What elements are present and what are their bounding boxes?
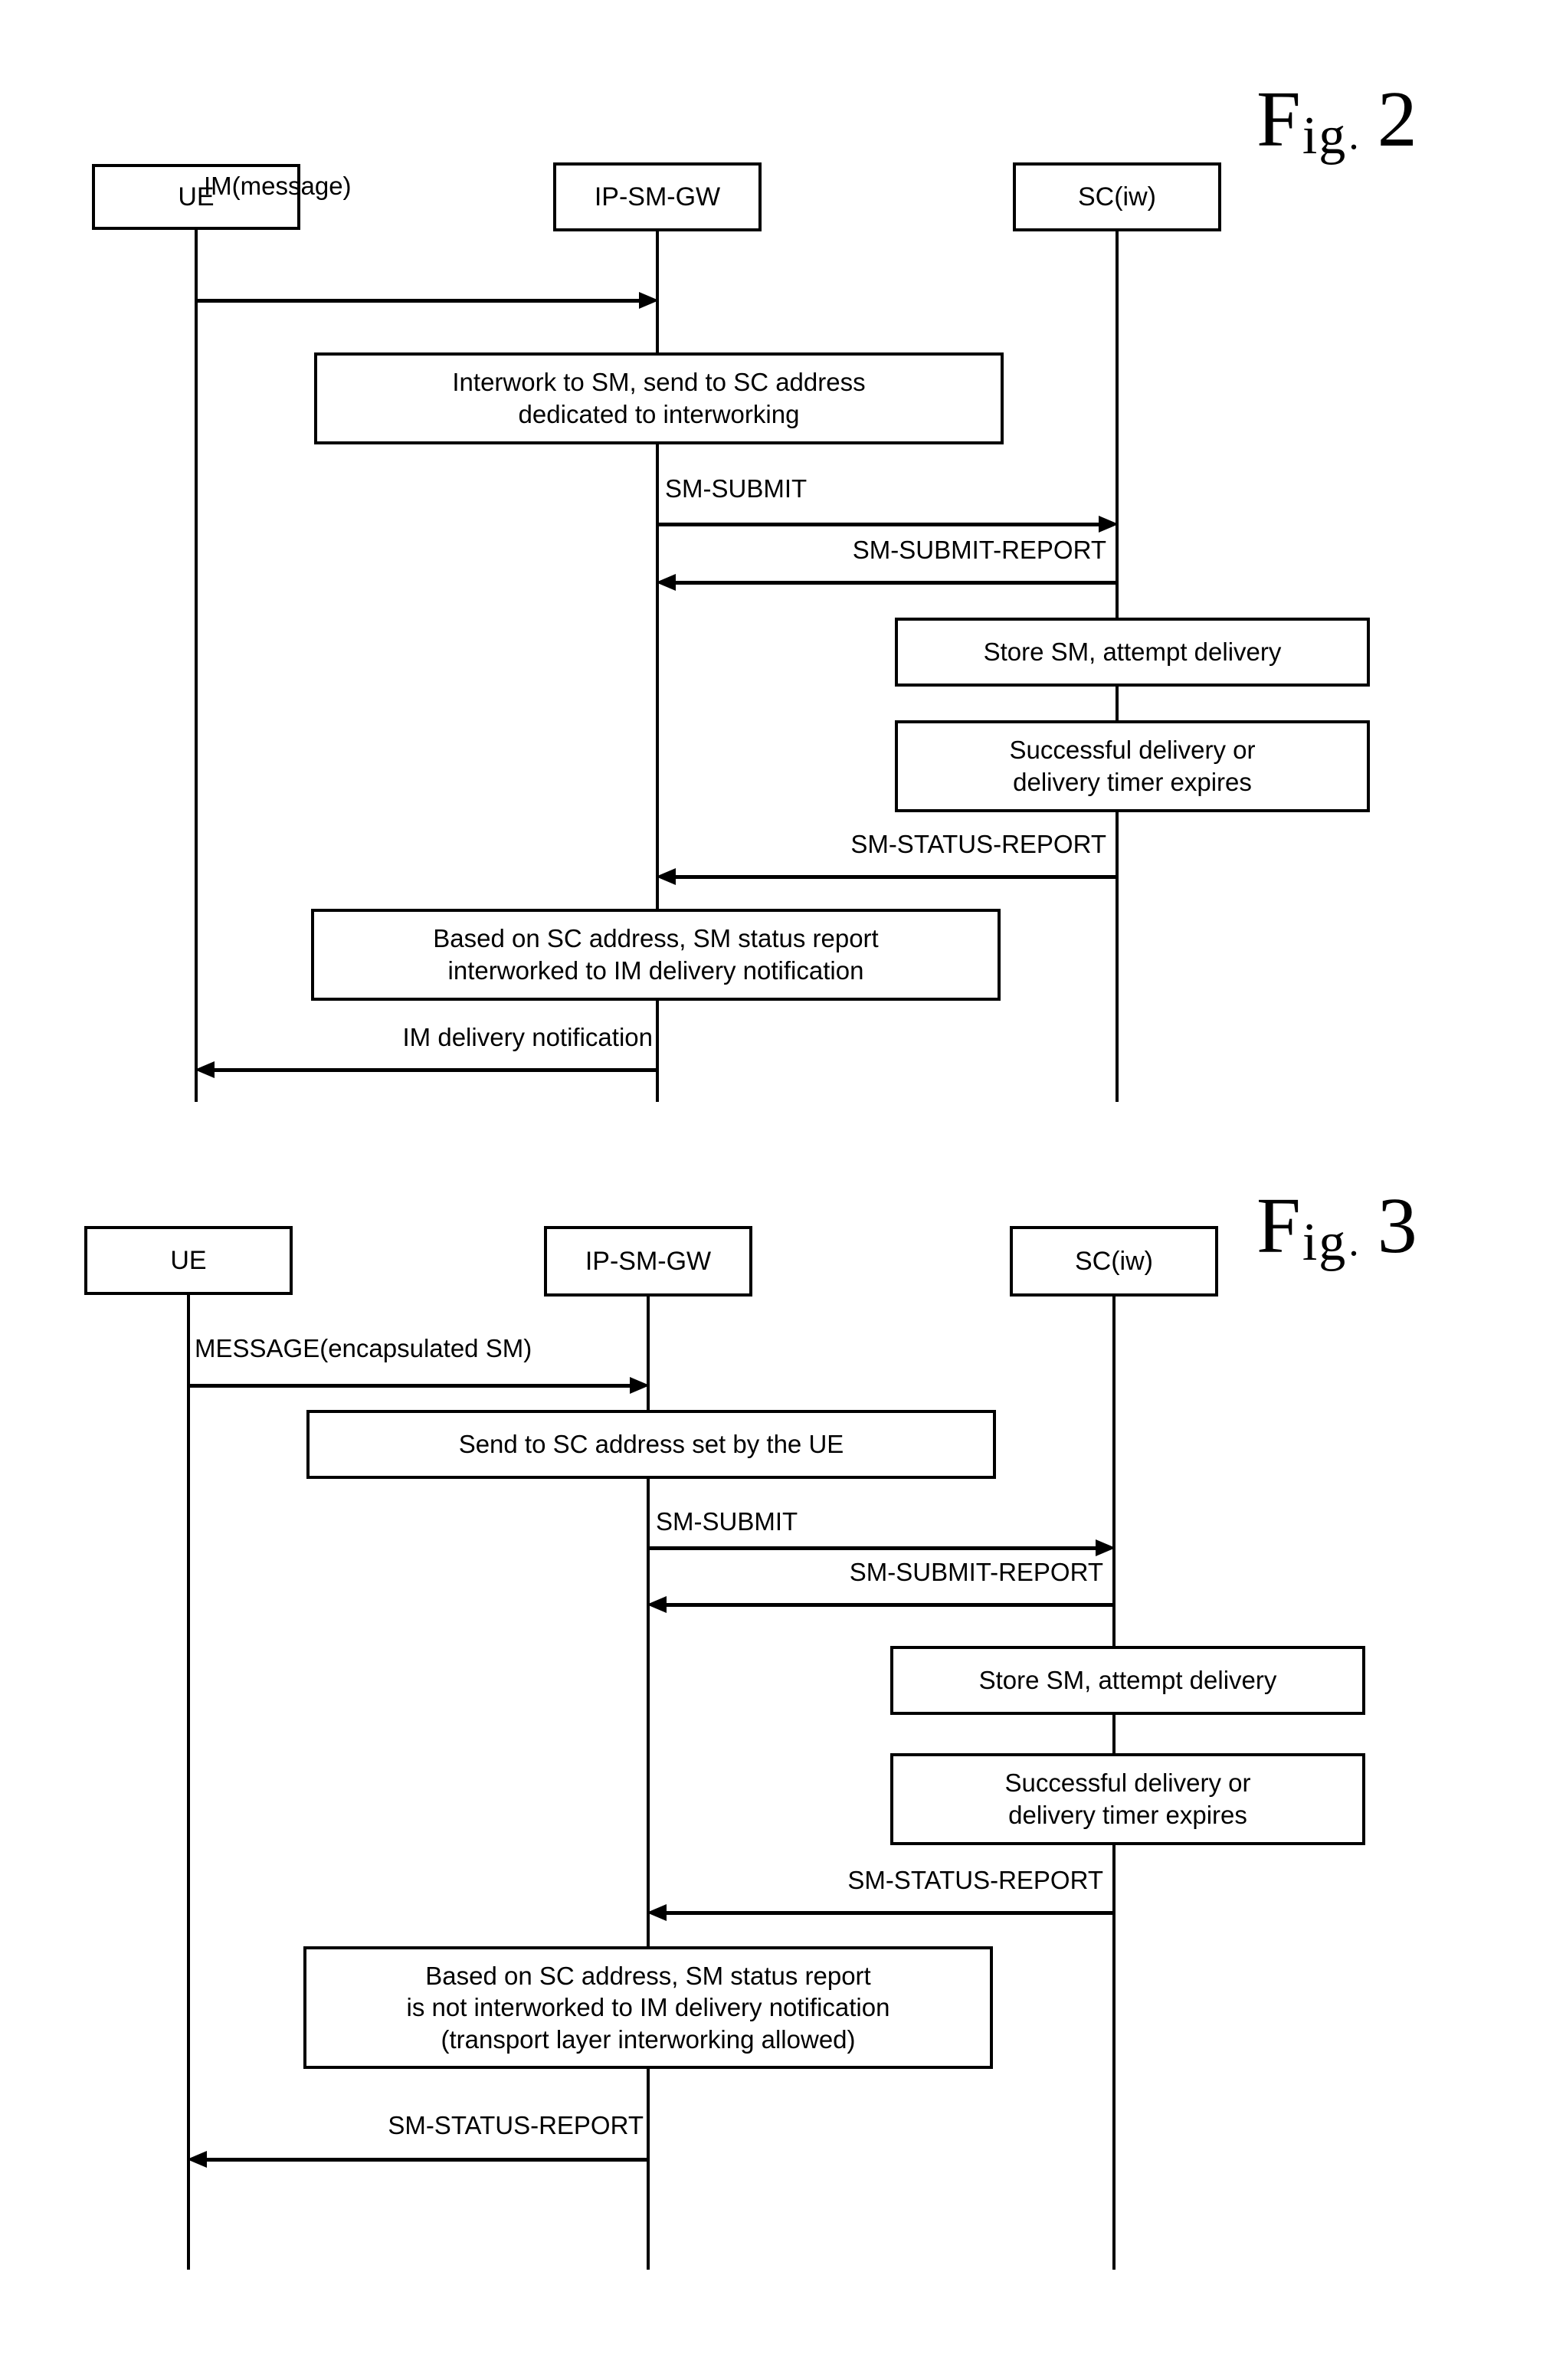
figure-2-label: Fig. 2 bbox=[1256, 80, 1419, 163]
note-line: Store SM, attempt delivery bbox=[983, 638, 1282, 667]
figure-3-label-number: 3 bbox=[1377, 1182, 1419, 1270]
note-line: dedicated to interworking bbox=[518, 400, 800, 428]
msg-label-im-message: IM(message) bbox=[204, 172, 352, 200]
msg-label-sm-submit-report: SM-SUBMIT-REPORT bbox=[852, 536, 1106, 564]
note-successful-delivery: Successful delivery or delivery timer ex… bbox=[890, 1753, 1365, 1845]
note-line: Successful delivery or bbox=[1009, 736, 1256, 765]
lifeline-ue bbox=[187, 1295, 190, 2270]
note-send-to-sc-address: Send to SC address set by the UE bbox=[306, 1410, 996, 1479]
note-store-sm: Store SM, attempt delivery bbox=[895, 618, 1370, 687]
figure-2-label-ig: ig bbox=[1302, 107, 1348, 166]
msg-label-sm-status-report-to-ue: SM-STATUS-REPORT bbox=[388, 2111, 644, 2139]
actor-label-ip-sm-gw: IP-SM-GW bbox=[594, 182, 721, 211]
actor-label-sc-iw: SC(iw) bbox=[1078, 182, 1156, 211]
note-line: Based on SC address, SM status report bbox=[433, 924, 879, 953]
msg-label-sm-status-report: SM-STATUS-REPORT bbox=[847, 1866, 1103, 1894]
note-line: Store SM, attempt delivery bbox=[978, 1666, 1277, 1695]
actor-label-sc-iw: SC(iw) bbox=[1075, 1246, 1153, 1276]
note-line: Successful delivery or bbox=[1004, 1769, 1251, 1798]
figure-3-label-dot: . bbox=[1348, 1218, 1361, 1264]
note-line: is not interworked to IM delivery notifi… bbox=[406, 1993, 890, 2022]
actor-label-ip-sm-gw: IP-SM-GW bbox=[585, 1246, 712, 1276]
msg-label-message-encapsulated-sm: MESSAGE(encapsulated SM) bbox=[195, 1334, 532, 1362]
note-line: interworked to IM delivery notification bbox=[447, 956, 864, 985]
figure-2-label-number: 2 bbox=[1377, 75, 1419, 163]
figure-2-label-f: F bbox=[1256, 75, 1302, 163]
actor-box-ip-sm-gw: IP-SM-GW bbox=[553, 162, 762, 231]
note-interwork-to-sm: Interwork to SM, send to SC address dedi… bbox=[314, 352, 1004, 444]
note-successful-delivery: Successful delivery or delivery timer ex… bbox=[895, 720, 1370, 812]
actor-box-sc-iw: SC(iw) bbox=[1013, 162, 1221, 231]
lifeline-ue bbox=[195, 230, 198, 1102]
note-based-on-sc-address: Based on SC address, SM status report in… bbox=[311, 909, 1001, 1001]
note-store-sm: Store SM, attempt delivery bbox=[890, 1646, 1365, 1715]
figure-3-label: Fig. 3 bbox=[1256, 1186, 1419, 1270]
figure-3-label-ig: ig bbox=[1302, 1213, 1348, 1272]
actor-box-ip-sm-gw: IP-SM-GW bbox=[544, 1226, 752, 1297]
msg-label-sm-submit-report: SM-SUBMIT-REPORT bbox=[849, 1558, 1103, 1586]
msg-label-sm-submit: SM-SUBMIT bbox=[665, 474, 808, 503]
note-line: (transport layer interworking allowed) bbox=[441, 2024, 856, 2054]
note-line: Interwork to SM, send to SC address bbox=[452, 368, 866, 397]
note-line: delivery timer expires bbox=[1008, 1801, 1247, 1829]
figure-sheet: Fig. 2 UE IP-SM-GW SC(iw) IM(message) Int… bbox=[0, 0, 1566, 2380]
actor-label-ue: UE bbox=[170, 1245, 207, 1275]
note-line: Based on SC address, SM status report bbox=[425, 1961, 871, 1990]
note-line: Send to SC address set by the UE bbox=[458, 1430, 844, 1459]
msg-label-im-delivery-notification: IM delivery notification bbox=[402, 1023, 653, 1051]
note-based-on-sc-address: Based on SC address, SM status report is… bbox=[303, 1946, 993, 2069]
msg-label-sm-submit: SM-SUBMIT bbox=[656, 1507, 798, 1536]
figure-2-label-dot: . bbox=[1348, 112, 1361, 158]
msg-label-sm-status-report: SM-STATUS-REPORT bbox=[850, 830, 1106, 858]
figure-3-label-f: F bbox=[1256, 1182, 1302, 1270]
actor-box-ue: UE bbox=[84, 1226, 293, 1295]
note-line: delivery timer expires bbox=[1013, 768, 1252, 796]
actor-box-sc-iw: SC(iw) bbox=[1010, 1226, 1218, 1297]
